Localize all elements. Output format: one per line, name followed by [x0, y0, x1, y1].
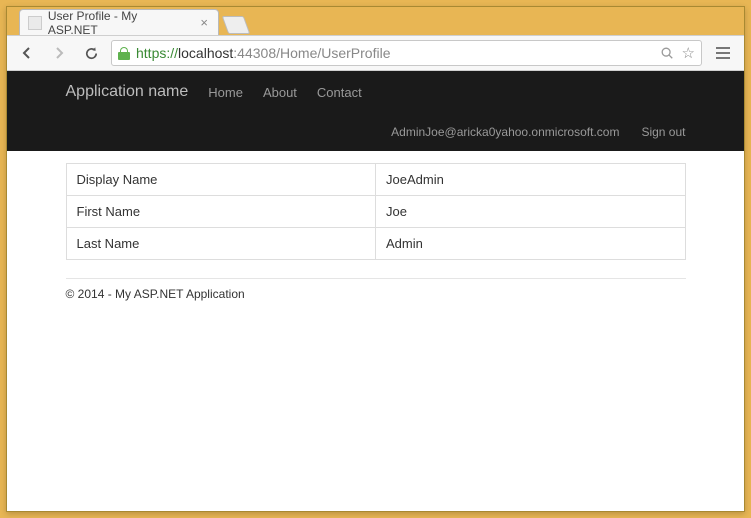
- bookmark-star-icon[interactable]: ☆: [682, 44, 695, 62]
- footer-text: © 2014 - My ASP.NET Application: [66, 287, 686, 301]
- page-content: Display Name JoeAdmin First Name Joe Las…: [56, 151, 696, 321]
- browser-toolbar: https://localhost:44308/Home/UserProfile…: [7, 35, 744, 71]
- reload-button[interactable]: [79, 41, 103, 65]
- url-scheme: https: [136, 45, 166, 61]
- user-email[interactable]: AdminJoe@aricka0yahoo.onmicrosoft.com: [391, 125, 619, 139]
- sign-out-link[interactable]: Sign out: [641, 125, 685, 139]
- nav-link-home[interactable]: Home: [208, 85, 243, 100]
- back-button[interactable]: [15, 41, 39, 65]
- url-host: localhost: [178, 45, 233, 61]
- tab-close-button[interactable]: ×: [200, 15, 208, 30]
- omnibox-right: ☆: [660, 44, 695, 62]
- url-text: https://localhost:44308/Home/UserProfile: [136, 45, 654, 61]
- reload-icon: [84, 46, 99, 61]
- url-path: :44308/Home/UserProfile: [233, 45, 390, 61]
- new-tab-button[interactable]: [222, 16, 251, 34]
- profile-label: First Name: [66, 196, 376, 228]
- table-row: First Name Joe: [66, 196, 685, 228]
- profile-value: Admin: [376, 228, 686, 260]
- arrow-right-icon: [51, 45, 67, 61]
- nav-link-contact[interactable]: Contact: [317, 85, 362, 100]
- tab-title: User Profile - My ASP.NET: [48, 9, 189, 37]
- tab-strip: User Profile - My ASP.NET ×: [7, 7, 744, 35]
- profile-table: Display Name JoeAdmin First Name Joe Las…: [66, 163, 686, 260]
- table-row: Display Name JoeAdmin: [66, 164, 685, 196]
- hamburger-icon: [716, 52, 730, 54]
- browser-tab[interactable]: User Profile - My ASP.NET ×: [19, 9, 219, 35]
- forward-button[interactable]: [47, 41, 71, 65]
- lock-icon: [118, 47, 130, 59]
- table-row: Last Name Admin: [66, 228, 685, 260]
- profile-value: JoeAdmin: [376, 164, 686, 196]
- favicon-icon: [28, 16, 42, 30]
- app-navbar: Application name Home About Contact Admi…: [7, 71, 744, 151]
- browser-window: ─ ☐ ✕ User Profile - My ASP.NET × https:…: [6, 6, 745, 512]
- profile-label: Last Name: [66, 228, 376, 260]
- nav-link-about[interactable]: About: [263, 85, 297, 100]
- address-bar[interactable]: https://localhost:44308/Home/UserProfile…: [111, 40, 702, 66]
- search-icon[interactable]: [660, 46, 674, 60]
- profile-label: Display Name: [66, 164, 376, 196]
- arrow-left-icon: [19, 45, 35, 61]
- app-brand[interactable]: Application name: [66, 83, 189, 101]
- page-viewport: Application name Home About Contact Admi…: [7, 71, 744, 511]
- divider: [66, 278, 686, 279]
- browser-menu-button[interactable]: [710, 40, 736, 66]
- profile-value: Joe: [376, 196, 686, 228]
